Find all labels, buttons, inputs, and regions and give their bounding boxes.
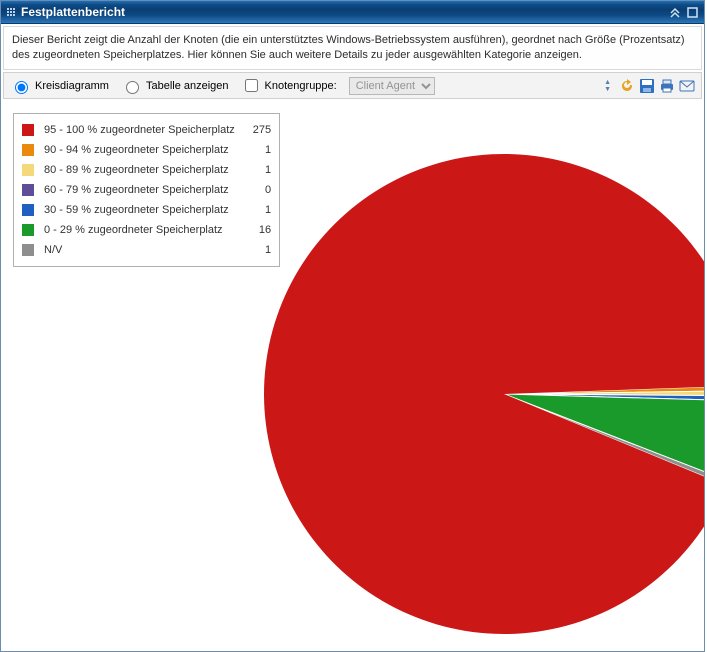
legend-row[interactable]: N/V1: [22, 240, 271, 260]
legend-label: 90 - 94 % zugeordneter Speicherplatz: [44, 144, 247, 156]
report-description: Dieser Bericht zeigt die Anzahl der Knot…: [3, 26, 702, 70]
legend-swatch: [22, 124, 34, 136]
view-pie-radio-input[interactable]: [15, 81, 28, 94]
legend-swatch: [22, 224, 34, 236]
legend-label: 80 - 89 % zugeordneter Speicherplatz: [44, 164, 247, 176]
legend-row[interactable]: 95 - 100 % zugeordneter Speicherplatz 275: [22, 120, 271, 140]
nodegroup-checkbox[interactable]: Knotengruppe:: [241, 76, 337, 95]
view-table-radio[interactable]: Tabelle anzeigen: [121, 78, 229, 94]
legend-swatch: [22, 244, 34, 256]
email-icon[interactable]: [679, 78, 695, 94]
legend: 95 - 100 % zugeordneter Speicherplatz 275…: [13, 113, 280, 267]
titlebar: Festplattenbericht: [1, 1, 704, 24]
maximize-icon[interactable]: [687, 7, 698, 18]
nodegroup-checkbox-input[interactable]: [245, 79, 258, 92]
collapse-icon[interactable]: [669, 6, 681, 18]
legend-swatch: [22, 184, 34, 196]
legend-swatch: [22, 144, 34, 156]
nodegroup-select[interactable]: Client Agent: [349, 77, 435, 95]
legend-label: 95 - 100 % zugeordneter Speicherplatz: [44, 124, 235, 136]
legend-swatch: [22, 164, 34, 176]
view-table-radio-input[interactable]: [126, 81, 139, 94]
toolbar: Kreisdiagramm Tabelle anzeigen Knotengru…: [3, 72, 702, 99]
legend-row[interactable]: 30 - 59 % zugeordneter Speicherplatz1: [22, 200, 271, 220]
view-pie-label: Kreisdiagramm: [35, 80, 109, 92]
legend-label: N/V: [44, 244, 247, 256]
view-table-label: Tabelle anzeigen: [146, 80, 229, 92]
legend-value: 275: [243, 124, 271, 136]
legend-swatch: [22, 204, 34, 216]
nodegroup-label: Knotengruppe:: [265, 80, 337, 92]
legend-label: 0 - 29 % zugeordneter Speicherplatz: [44, 224, 241, 236]
window: Festplattenbericht Dieser Bericht zeigt …: [0, 0, 705, 652]
print-icon[interactable]: [659, 78, 675, 94]
refresh-icon[interactable]: [619, 78, 635, 94]
chart-area: 95 - 100 % zugeordneter Speicherplatz 275…: [1, 101, 704, 651]
view-pie-radio[interactable]: Kreisdiagramm: [10, 78, 109, 94]
legend-label: 60 - 79 % zugeordneter Speicherplatz: [44, 184, 247, 196]
save-icon[interactable]: [639, 78, 655, 94]
window-title: Festplattenbericht: [21, 5, 125, 19]
spinner-icon[interactable]: ▲▼: [604, 79, 611, 93]
grip-icon: [7, 8, 15, 16]
legend-row[interactable]: 60 - 79 % zugeordneter Speicherplatz0: [22, 180, 271, 200]
legend-row[interactable]: 90 - 94 % zugeordneter Speicherplatz1: [22, 140, 271, 160]
legend-row[interactable]: 0 - 29 % zugeordneter Speicherplatz16: [22, 220, 271, 240]
legend-row[interactable]: 80 - 89 % zugeordneter Speicherplatz1: [22, 160, 271, 180]
legend-label: 30 - 59 % zugeordneter Speicherplatz: [44, 204, 247, 216]
pie-chart[interactable]: [259, 144, 704, 647]
